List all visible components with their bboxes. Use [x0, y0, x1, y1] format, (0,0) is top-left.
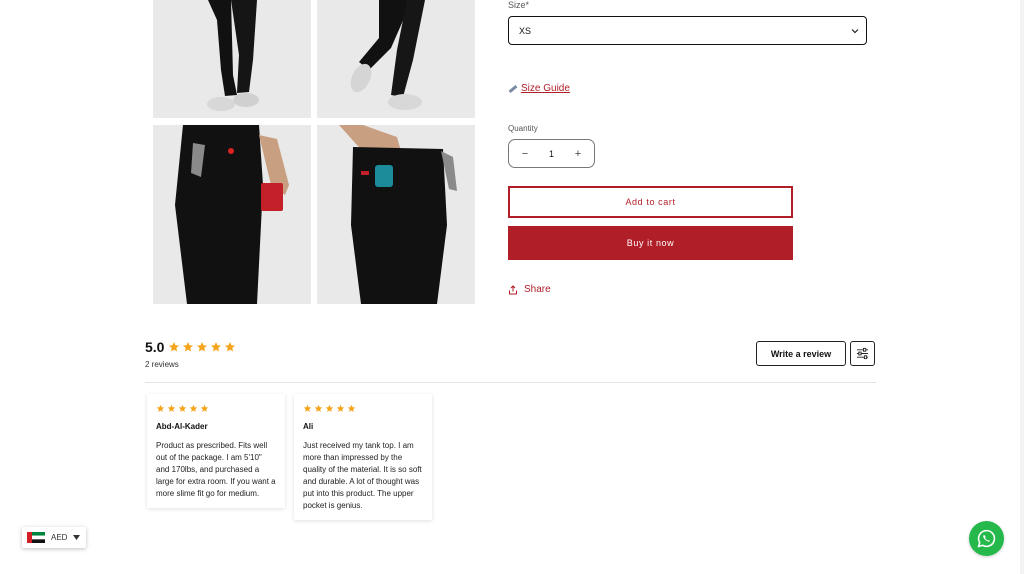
quantity-label: Quantity [508, 124, 538, 133]
review-stars [156, 404, 276, 413]
whatsapp-chat-button[interactable] [969, 521, 1004, 556]
average-rating: 5.0 [145, 339, 236, 355]
quantity-stepper: − 1 + [508, 139, 595, 168]
add-to-cart-button[interactable]: Add to cart [508, 186, 793, 218]
share-label: Share [524, 284, 551, 295]
star-icon [167, 404, 176, 412]
product-image-legs-standing[interactable] [153, 0, 311, 118]
star-icon [178, 404, 187, 412]
review-body: Just received my tank top. I am more tha… [303, 441, 422, 510]
uae-flag-icon [27, 532, 45, 543]
review-stars [303, 404, 423, 413]
review-body: Product as prescribed. Fits well out of … [156, 441, 276, 498]
quantity-decrease-button[interactable]: − [518, 148, 532, 160]
average-rating-score: 5.0 [145, 339, 165, 355]
size-label: Size* [508, 0, 530, 10]
product-image-pocket-front[interactable] [153, 125, 311, 304]
caret-down-icon [73, 535, 81, 540]
star-icon [325, 404, 334, 412]
review-author: Abd-Al-Kader [156, 422, 208, 431]
currency-code: AED [51, 533, 68, 542]
share-button[interactable]: Share [508, 284, 551, 295]
star-icon [347, 404, 356, 412]
quantity-increase-button[interactable]: + [571, 148, 585, 160]
star-icon [225, 342, 236, 352]
star-icon [314, 404, 323, 412]
ruler-icon [508, 84, 518, 93]
star-icon [211, 342, 222, 352]
reviews-divider [145, 382, 876, 383]
star-icon [183, 342, 194, 352]
review-count: 2 reviews [145, 360, 179, 369]
star-icon [336, 404, 345, 412]
size-select-value: XS [519, 25, 532, 36]
star-icon [197, 342, 208, 352]
star-icon [169, 342, 180, 352]
chevron-down-icon [851, 28, 859, 33]
share-icon [509, 284, 517, 294]
currency-selector[interactable]: AED [22, 527, 86, 548]
write-review-button[interactable]: Write a review [756, 341, 846, 366]
size-guide-link[interactable]: Size Guide [508, 83, 570, 94]
product-image-legs-walking[interactable] [317, 0, 475, 118]
buy-it-now-button[interactable]: Buy it now [508, 226, 793, 260]
average-rating-stars [168, 341, 236, 353]
quantity-value[interactable]: 1 [549, 149, 554, 159]
star-icon [189, 404, 198, 412]
sliders-icon [856, 347, 869, 360]
star-icon [200, 404, 209, 412]
review-author: Ali [303, 422, 314, 431]
review-card[interactable]: Ali Just received my tank top. I am more… [294, 394, 432, 520]
review-filter-button[interactable] [850, 341, 875, 366]
star-icon [156, 404, 165, 412]
review-card[interactable]: Abd-Al-Kader Product as prescribed. Fits… [147, 394, 285, 508]
star-icon [303, 404, 312, 412]
size-select[interactable]: XS [508, 16, 867, 45]
product-image-pocket-side[interactable] [317, 125, 475, 304]
scrollbar[interactable] [1020, 0, 1024, 574]
product-gallery [153, 0, 475, 304]
whatsapp-icon [977, 529, 996, 548]
size-guide-label: Size Guide [521, 83, 570, 94]
